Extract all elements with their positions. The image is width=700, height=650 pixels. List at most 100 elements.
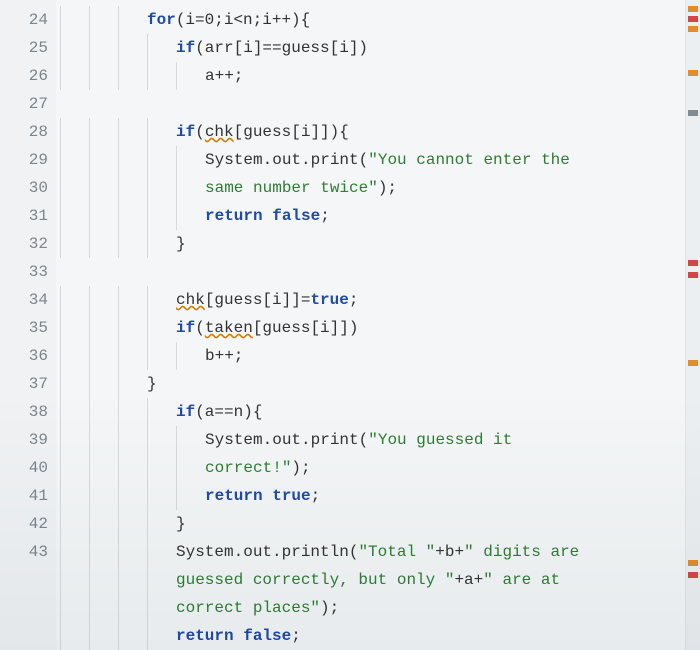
indent-guide — [147, 342, 176, 370]
ruler-mark[interactable] — [688, 272, 698, 278]
code-token: } — [147, 375, 157, 393]
code-line[interactable]: if(taken[guess[i]]) — [60, 314, 700, 342]
indent-guide — [147, 34, 176, 62]
code-line[interactable]: a++; — [60, 62, 700, 90]
code-line[interactable]: return true; — [60, 482, 700, 510]
code-token: same number twice" — [205, 179, 378, 197]
code-line[interactable]: correct places"); — [60, 594, 700, 622]
indent-guide — [89, 510, 118, 538]
code-token: (a==n){ — [195, 403, 262, 421]
indent-guide — [60, 622, 89, 650]
indent-guide — [147, 482, 176, 510]
ruler-mark[interactable] — [688, 16, 698, 22]
code-line[interactable] — [60, 90, 700, 118]
indent-guide — [118, 398, 147, 426]
indent-guide — [89, 314, 118, 342]
indent-guide — [60, 6, 89, 34]
code-line[interactable]: for(i=0;i<n;i++){ — [60, 6, 700, 34]
indent-guide — [176, 482, 205, 510]
overview-ruler[interactable] — [685, 0, 700, 650]
code-token: taken — [205, 319, 253, 337]
indent-guide — [89, 426, 118, 454]
indent-guide — [89, 482, 118, 510]
ruler-mark[interactable] — [688, 26, 698, 32]
indent-guide — [60, 370, 89, 398]
code-token: ( — [195, 319, 205, 337]
code-line[interactable]: b++; — [60, 342, 700, 370]
indent-guide — [147, 398, 176, 426]
code-line[interactable]: if(a==n){ — [60, 398, 700, 426]
code-line[interactable]: guessed correctly, but only "+a+" are at — [60, 566, 700, 594]
indent-guide — [89, 566, 118, 594]
code-token: if — [176, 123, 195, 141]
indent-guide — [60, 174, 89, 202]
indent-guide — [147, 454, 176, 482]
code-line[interactable]: chk[guess[i]]=true; — [60, 286, 700, 314]
indent-guide — [60, 286, 89, 314]
code-token: "Total " — [358, 543, 435, 561]
code-token: for — [147, 11, 176, 29]
line-number: 24 — [0, 6, 48, 34]
code-token: correct places" — [176, 599, 320, 617]
indent-guide — [89, 538, 118, 566]
indent-guide — [118, 34, 147, 62]
code-line[interactable]: } — [60, 230, 700, 258]
code-token: "You guessed it — [368, 431, 522, 449]
code-line[interactable]: if(chk[guess[i]]){ — [60, 118, 700, 146]
code-token: chk — [205, 123, 234, 141]
ruler-mark[interactable] — [688, 572, 698, 578]
code-line[interactable]: same number twice"); — [60, 174, 700, 202]
line-number: 38 — [0, 398, 48, 426]
indent-guide — [118, 62, 147, 90]
indent-guide — [118, 230, 147, 258]
code-token: if — [176, 403, 195, 421]
code-token: correct!" — [205, 459, 291, 477]
indent-guide — [118, 454, 147, 482]
indent-guide — [89, 202, 118, 230]
indent-guide — [176, 426, 205, 454]
code-token: b++; — [205, 347, 243, 365]
ruler-mark[interactable] — [688, 70, 698, 76]
indent-guide — [60, 34, 89, 62]
ruler-mark[interactable] — [688, 360, 698, 366]
code-line[interactable]: System.out.println("Total "+b+" digits a… — [60, 538, 700, 566]
code-line[interactable]: System.out.print("You cannot enter the — [60, 146, 700, 174]
code-area[interactable]: for(i=0;i<n;i++){if(arr[i]==guess[i])a++… — [56, 0, 700, 650]
indent-guide — [60, 426, 89, 454]
line-number: 34 — [0, 286, 48, 314]
indent-guide — [147, 118, 176, 146]
code-line[interactable]: correct!"); — [60, 454, 700, 482]
indent-guide — [89, 286, 118, 314]
ruler-mark[interactable] — [688, 6, 698, 12]
code-line[interactable]: return false; — [60, 622, 700, 650]
indent-guide — [118, 174, 147, 202]
indent-guide — [89, 174, 118, 202]
indent-guide — [176, 342, 205, 370]
line-number: 37 — [0, 370, 48, 398]
line-number: 26 — [0, 62, 48, 90]
line-number: 25 — [0, 34, 48, 62]
code-token: return false — [176, 627, 291, 645]
code-token: if — [176, 39, 195, 57]
indent-guide — [60, 538, 89, 566]
indent-guide — [60, 230, 89, 258]
code-line[interactable]: } — [60, 510, 700, 538]
ruler-mark[interactable] — [688, 260, 698, 266]
ruler-mark[interactable] — [688, 110, 698, 116]
indent-guide — [118, 6, 147, 34]
indent-guide — [60, 202, 89, 230]
code-line[interactable] — [60, 258, 700, 286]
code-editor[interactable]: 2425262728293031323334353637383940414243… — [0, 0, 700, 650]
indent-guide — [89, 230, 118, 258]
indent-guide — [60, 510, 89, 538]
indent-guide — [147, 230, 176, 258]
indent-guide — [89, 146, 118, 174]
code-line[interactable]: } — [60, 370, 700, 398]
code-token: "You cannot enter the — [368, 151, 579, 169]
code-line[interactable]: System.out.print("You guessed it — [60, 426, 700, 454]
code-line[interactable]: if(arr[i]==guess[i]) — [60, 34, 700, 62]
ruler-mark[interactable] — [688, 560, 698, 566]
code-line[interactable]: return false; — [60, 202, 700, 230]
code-token: ; — [349, 291, 359, 309]
indent-guide — [89, 454, 118, 482]
